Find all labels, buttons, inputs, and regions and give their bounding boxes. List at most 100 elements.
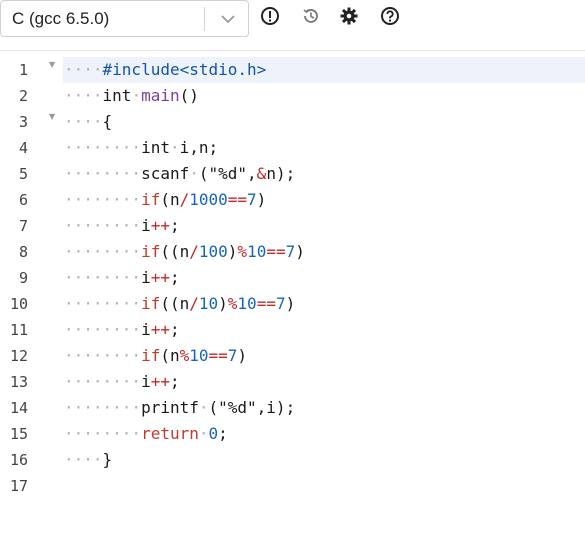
code-token: i,n; bbox=[179, 138, 219, 157]
chevron-down-icon[interactable] bbox=[219, 11, 237, 27]
code-text: ········if((n/10)%10==7) bbox=[64, 294, 295, 314]
code-text: ····{ bbox=[64, 112, 112, 132]
code-token: ; bbox=[169, 372, 180, 391]
code-line[interactable]: 11 ········i++; bbox=[0, 317, 585, 343]
line-number: 14 bbox=[9, 399, 28, 417]
code-line[interactable]: 5 ········scanf·("%d",&n); bbox=[0, 161, 585, 187]
code-line[interactable]: 4 ········int·i,n; bbox=[0, 135, 585, 161]
code-token: == bbox=[266, 242, 286, 261]
code-token: ) bbox=[227, 242, 238, 261]
indent-guide: ········ bbox=[64, 372, 142, 391]
code-token: == bbox=[256, 294, 276, 313]
code-token: ++ bbox=[150, 216, 170, 235]
code-line[interactable]: 8 ········if((n/100)%10==7) bbox=[0, 239, 585, 265]
code-token: == bbox=[208, 346, 228, 365]
code-token: } bbox=[102, 450, 113, 469]
line-number: 12 bbox=[9, 347, 28, 365]
code-token: 7 bbox=[275, 294, 286, 313]
code-line[interactable]: 3 ▼ ····{ bbox=[0, 109, 585, 135]
code-text: ········i++; bbox=[64, 216, 180, 236]
fold-arrow-icon[interactable]: ▼ bbox=[49, 112, 55, 121]
code-token: ) bbox=[295, 242, 305, 261]
code-token: ; bbox=[169, 320, 180, 339]
code-token: ++ bbox=[150, 268, 170, 287]
code-token: ; bbox=[218, 424, 228, 443]
code-line[interactable]: 12 ········if(n%10==7) bbox=[0, 343, 585, 369]
code-text: ········return·0; bbox=[64, 424, 228, 444]
code-token: / bbox=[179, 190, 190, 209]
line-number: 16 bbox=[9, 451, 28, 469]
code-token: (n bbox=[160, 190, 180, 209]
line-number: 3 bbox=[18, 113, 28, 131]
code-line[interactable]: 7 ········i++; bbox=[0, 213, 585, 239]
alert-circle-icon[interactable] bbox=[259, 5, 281, 27]
select-divider bbox=[204, 7, 205, 31]
code-text: ····} bbox=[64, 450, 112, 470]
whitespace-marker: · bbox=[198, 424, 209, 443]
line-number: 10 bbox=[9, 295, 28, 313]
code-editor[interactable]: 1 ▼ ····#include<stdio.h> 2 ····int·main() 3 ▼… bbox=[0, 57, 585, 549]
code-token: & bbox=[256, 164, 267, 183]
code-line[interactable]: 1 ▼ ····#include<stdio.h> bbox=[0, 57, 585, 83]
line-number: 8 bbox=[18, 243, 28, 261]
whitespace-marker: · bbox=[169, 138, 180, 157]
line-number: 1 bbox=[18, 61, 28, 79]
code-line[interactable]: 2 ····int·main() bbox=[0, 83, 585, 109]
code-token: if bbox=[141, 346, 161, 365]
code-token: 100 bbox=[198, 242, 228, 261]
indent-guide: ········ bbox=[64, 268, 142, 287]
code-text: ········if(n/1000==7) bbox=[64, 190, 266, 210]
line-number: 9 bbox=[18, 269, 28, 287]
code-token: ((n bbox=[160, 242, 190, 261]
whitespace-marker: · bbox=[198, 398, 209, 417]
code-token: ++ bbox=[150, 372, 170, 391]
code-token: ) bbox=[285, 294, 296, 313]
indent-guide: ········ bbox=[64, 294, 142, 313]
indent-guide: ········ bbox=[64, 190, 142, 209]
code-token: 10 bbox=[237, 294, 257, 313]
code-token: % bbox=[237, 242, 248, 261]
code-line[interactable]: 14 ········printf·("%d",i); bbox=[0, 395, 585, 421]
history-icon[interactable] bbox=[300, 5, 322, 27]
code-token: return bbox=[141, 424, 199, 443]
indent-guide: ········ bbox=[64, 164, 142, 183]
fold-arrow-icon[interactable]: ▼ bbox=[49, 60, 55, 69]
code-line[interactable]: 15 ········return·0; bbox=[0, 421, 585, 447]
code-text: ········if(n%10==7) bbox=[64, 346, 247, 366]
code-token: 10 bbox=[198, 294, 219, 313]
code-token: int bbox=[141, 138, 170, 157]
language-select[interactable]: C (gcc 6.5.0) bbox=[0, 0, 249, 37]
line-number: 2 bbox=[18, 87, 28, 105]
code-line[interactable]: 6 ········if(n/1000==7) bbox=[0, 187, 585, 213]
indent-guide: ···· bbox=[64, 60, 103, 79]
code-line[interactable]: 16 ····} bbox=[0, 447, 585, 473]
code-token: main bbox=[141, 86, 180, 105]
code-line[interactable]: 9 ········i++; bbox=[0, 265, 585, 291]
code-token: 10 bbox=[247, 242, 267, 261]
code-token: ) bbox=[237, 346, 248, 365]
code-token: if bbox=[141, 190, 161, 209]
code-line[interactable]: 17 bbox=[0, 473, 585, 499]
line-number: 17 bbox=[9, 477, 28, 495]
line-number: 6 bbox=[18, 191, 28, 209]
line-number: 7 bbox=[18, 217, 28, 235]
code-text: ········i++; bbox=[64, 320, 180, 340]
code-token: ) bbox=[218, 294, 228, 313]
code-token: n); bbox=[266, 164, 296, 183]
code-token: ((n bbox=[160, 294, 190, 313]
line-highlight bbox=[63, 109, 585, 135]
indent-guide: ········ bbox=[64, 346, 142, 365]
code-text: ····#include<stdio.h> bbox=[64, 60, 266, 80]
code-token: { bbox=[102, 112, 113, 131]
gear-icon[interactable] bbox=[338, 5, 360, 27]
code-token: 7 bbox=[227, 346, 238, 365]
code-line[interactable]: 13 ········i++; bbox=[0, 369, 585, 395]
code-text: ········int·i,n; bbox=[64, 138, 218, 158]
code-text: ········printf·("%d",i); bbox=[64, 398, 295, 418]
help-circle-icon[interactable] bbox=[379, 5, 401, 27]
code-token: if bbox=[141, 242, 161, 261]
code-line[interactable]: 10 ········if((n/10)%10==7) bbox=[0, 291, 585, 317]
code-token: % bbox=[179, 346, 190, 365]
indent-guide: ···· bbox=[64, 86, 103, 105]
indent-guide: ········ bbox=[64, 398, 142, 417]
